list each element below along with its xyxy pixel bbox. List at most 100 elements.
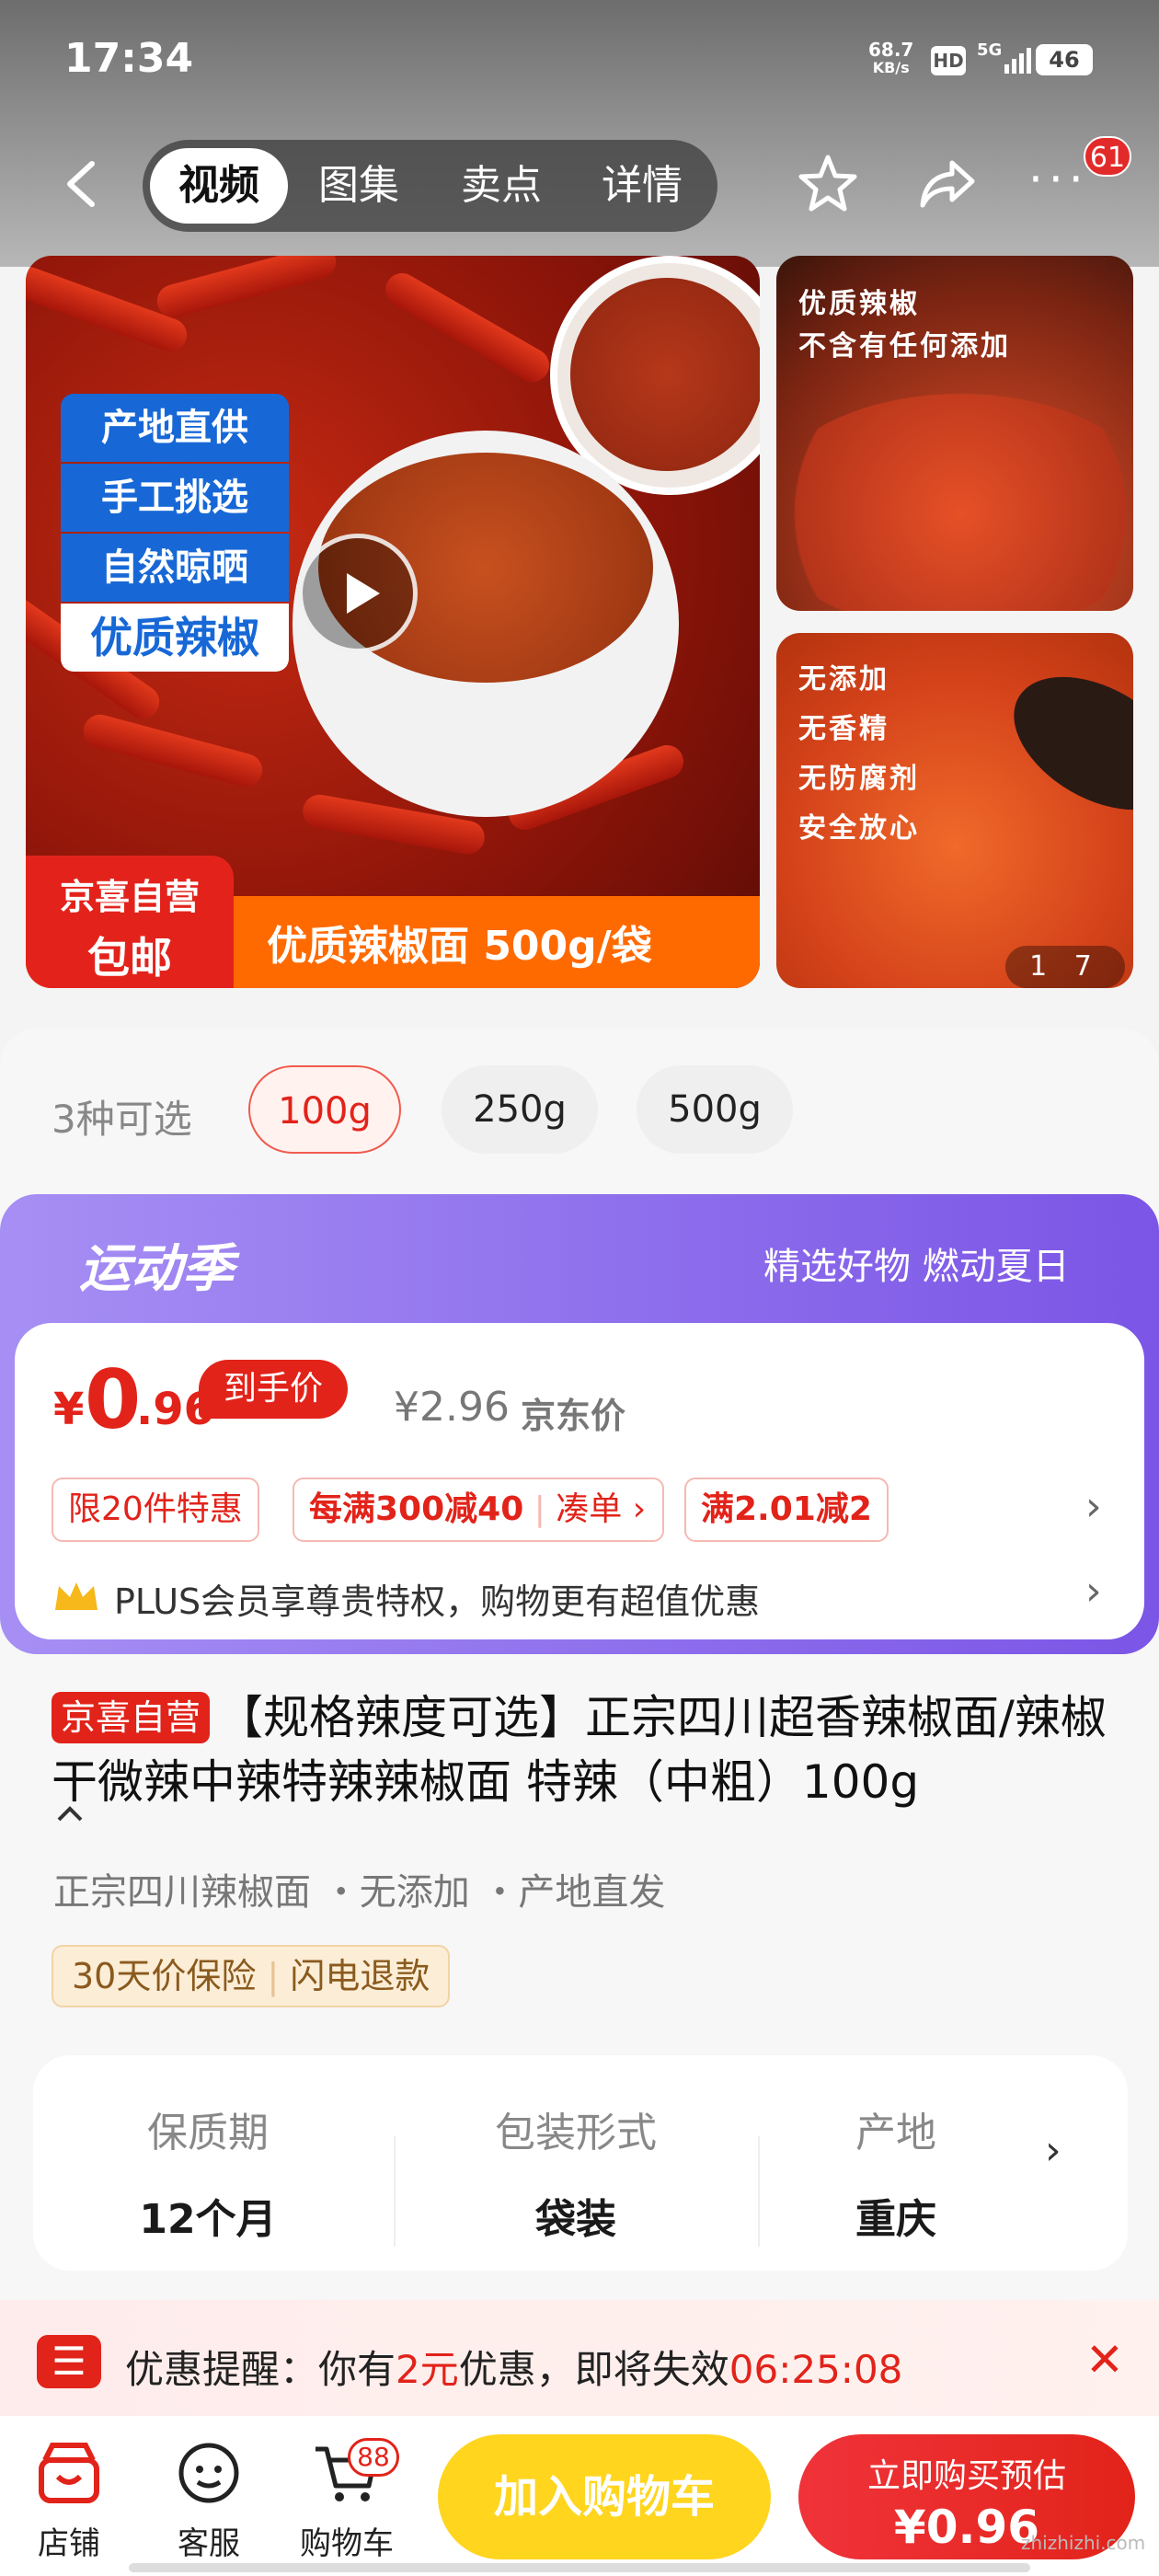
price-card: ¥ 0 .96 到手价 ¥2.96 京东价 限20件特惠 每满300减40 | … xyxy=(15,1323,1144,1639)
bottom-action-bar: 店铺 客服 购物车 88 加入购物车 立即购买预估 ¥0.96 xyxy=(0,2416,1159,2576)
battery-icon: 46 xyxy=(1036,44,1093,75)
coupon-more-chevron-icon[interactable]: › xyxy=(1085,1483,1102,1530)
side2-line3: 无防腐剂 xyxy=(798,763,920,795)
campaign-title: 运动季 xyxy=(79,1239,234,1299)
media-tab-bar: 视频 图集 卖点 详情 xyxy=(143,140,717,232)
jd-price-label: 京东价 xyxy=(521,1396,626,1436)
badge-origin: 产地直供 xyxy=(61,394,289,462)
side2-text-group: 无添加 无香精 无防腐剂 安全放心 xyxy=(798,655,920,854)
badge-handpicked: 手工挑选 xyxy=(61,464,289,532)
reminder-icon: ☰ xyxy=(37,2335,101,2388)
store-label: 店铺 xyxy=(38,2525,100,2562)
attr-shelf-life: 保质期 12个月 xyxy=(70,2099,346,2245)
product-gallery: 产地直供 手工挑选 自然晾晒 优质辣椒 京喜自营 包邮 优质辣椒面 500g/袋… xyxy=(26,256,1133,992)
crown-icon xyxy=(55,1582,98,1610)
add-to-cart-button[interactable]: 加入购物车 xyxy=(438,2434,771,2559)
badge-quality: 优质辣椒 xyxy=(61,604,289,672)
attr-origin-value: 重庆 xyxy=(855,2196,936,2243)
badge-sundried: 自然晾晒 xyxy=(61,534,289,602)
feature-badges: 产地直供 手工挑选 自然晾晒 优质辣椒 xyxy=(61,394,289,673)
home-indicator xyxy=(129,2563,1030,2572)
attr-packaging-key: 包装形式 xyxy=(495,2110,657,2156)
attr-shelf-life-value: 12个月 xyxy=(139,2196,277,2243)
attr-divider xyxy=(758,2136,760,2247)
cart-label: 购物车 xyxy=(300,2525,394,2562)
guarantee-fast-refund: 闪电退款 xyxy=(290,1956,430,1996)
favorite-star-icon[interactable] xyxy=(796,152,860,216)
promo-panel: 运动季 精选好物 燃动夏日 ¥ 0 .96 到手价 ¥2.96 京东价 限20件… xyxy=(0,1194,1159,1654)
side2-line1: 无添加 xyxy=(798,663,889,696)
reminder-suffix: 优惠，即将失效 xyxy=(458,2347,729,2392)
share-icon[interactable] xyxy=(915,152,980,216)
spec-count-label: 3种可选 xyxy=(52,1097,192,1142)
campaign-slogan: 精选好物 燃动夏日 xyxy=(763,1246,1070,1288)
coupon-bundle-link[interactable]: 凑单 › xyxy=(556,1490,646,1528)
attr-packaging: 包装形式 袋装 xyxy=(438,2099,714,2245)
attrs-chevron-icon[interactable]: › xyxy=(1045,2127,1061,2174)
spec-option-500g[interactable]: 500g xyxy=(637,1065,793,1154)
coupon-full-reduction-text: 每满300减40 xyxy=(309,1490,524,1528)
price-currency: ¥ xyxy=(53,1384,85,1435)
net-speed-value: 68.7 xyxy=(868,39,914,61)
banner-text: 优质辣椒面 500g/袋 xyxy=(267,923,652,970)
guarantee-badge[interactable]: 30天价保险 | 闪电退款 xyxy=(52,1945,451,2007)
spec-option-250g[interactable]: 250g xyxy=(442,1065,598,1154)
main-video-thumbnail[interactable]: 产地直供 手工挑选 自然晾晒 优质辣椒 京喜自营 包邮 优质辣椒面 500g/袋 xyxy=(26,256,760,988)
tab-gallery[interactable]: 图集 xyxy=(290,140,428,232)
reminder-text: 优惠提醒：你有2元优惠，即将失效06:25:08 xyxy=(125,2339,902,2395)
tab-details[interactable]: 详情 xyxy=(573,140,711,232)
coupon-full-reduction[interactable]: 每满300减40 | 凑单 › xyxy=(293,1478,664,1542)
price-integer: 0 xyxy=(85,1352,142,1447)
play-icon[interactable] xyxy=(298,534,418,653)
hd-icon: HD xyxy=(931,46,966,75)
back-icon[interactable] xyxy=(55,156,110,212)
buy-now-label: 立即购买预估 xyxy=(866,2457,1066,2495)
top-nav: 视频 图集 卖点 详情 ··· 61 xyxy=(0,129,1159,239)
tab-video[interactable]: 视频 xyxy=(150,148,288,224)
net-speed: 68.7 KB/s xyxy=(868,40,913,77)
collapse-caret-icon[interactable] xyxy=(52,1803,88,1825)
store-button[interactable]: 店铺 xyxy=(18,2434,120,2563)
store-tag: 京喜自营 xyxy=(52,1692,211,1743)
plus-member-text[interactable]: PLUS会员享尊贵特权，购物更有超值优惠 xyxy=(114,1573,760,1624)
coupon-limit[interactable]: 限20件特惠 xyxy=(52,1478,259,1542)
service-label: 客服 xyxy=(178,2525,240,2562)
signal-label: 5G xyxy=(977,40,1003,60)
product-attributes[interactable]: 保质期 12个月 包装形式 袋装 产地 重庆 › xyxy=(33,2055,1128,2271)
guarantee-price-protection: 30天价保险 xyxy=(72,1956,257,1996)
final-price-tag: 到手价 xyxy=(199,1360,348,1419)
discount-reminder[interactable]: ☰ 优惠提醒：你有2元优惠，即将失效06:25:08 ✕ xyxy=(0,2300,1159,2420)
plus-chevron-icon[interactable]: › xyxy=(1085,1568,1102,1615)
image-pager: 1 7 xyxy=(1005,946,1125,988)
chili-flakes-image xyxy=(570,278,760,471)
side-image-2[interactable]: 无添加 无香精 无防腐剂 安全放心 xyxy=(776,633,1133,988)
attr-shelf-life-key: 保质期 xyxy=(147,2110,269,2156)
watermark: zhizhizhi.com xyxy=(1021,2532,1146,2554)
side-image-1[interactable]: 优质辣椒 不含有任何添加 xyxy=(776,256,1133,611)
cart-count-badge: 88 xyxy=(348,2438,399,2477)
product-title: 京喜自营 【规格辣度可选】正宗四川超香辣椒面/辣椒干微辣中辣特辣辣椒面 特辣（中粗… xyxy=(52,1685,1119,1814)
store-icon xyxy=(39,2443,99,2503)
attr-origin: 产地 重庆 xyxy=(804,2099,988,2245)
side1-text-group: 优质辣椒 不含有任何添加 xyxy=(798,283,1011,368)
customer-service-icon xyxy=(178,2443,239,2503)
store-badge-line1: 京喜自营 xyxy=(59,877,200,917)
reminder-amount: 2元 xyxy=(396,2347,459,2392)
store-badge: 京喜自营 包邮 xyxy=(26,856,234,988)
attr-packaging-value: 袋装 xyxy=(535,2196,616,2243)
message-badge: 61 xyxy=(1084,136,1131,177)
reminder-countdown: 06:25:08 xyxy=(729,2347,903,2392)
spec-option-100g[interactable]: 100g xyxy=(248,1065,401,1154)
more-options-icon[interactable]: ··· xyxy=(1028,156,1102,202)
side1-line2: 不含有任何添加 xyxy=(798,330,1011,362)
product-title-text: 【规格辣度可选】正宗四川超香辣椒面/辣椒干微辣中辣特辣辣椒面 特辣（中粗）100… xyxy=(52,1691,1107,1809)
attr-origin-key: 产地 xyxy=(855,2110,936,2156)
product-features: 正宗四川辣椒面 ・无添加 ・产地直发 xyxy=(53,1871,666,1914)
reminder-prefix: 优惠提醒：你有 xyxy=(125,2347,396,2392)
status-time: 17:34 xyxy=(64,35,194,82)
store-badge-line2: 包邮 xyxy=(87,933,172,983)
coupon-small[interactable]: 满2.01减2 xyxy=(684,1478,889,1542)
service-button[interactable]: 客服 xyxy=(158,2434,259,2563)
tab-selling-points[interactable]: 卖点 xyxy=(432,140,570,232)
close-icon[interactable]: ✕ xyxy=(1085,2333,1124,2386)
